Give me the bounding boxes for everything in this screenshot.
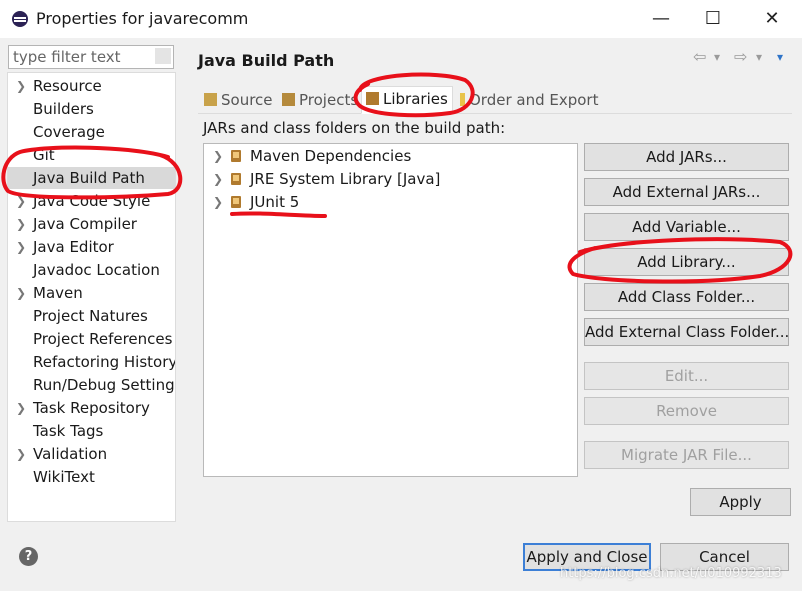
add-library-button[interactable]: Add Library... [584,248,789,276]
close-button[interactable]: ✕ [744,0,800,38]
title-bar: Properties for javarecomm — ☐ ✕ [0,0,802,38]
tree-item-label: Java Code Style [33,192,151,210]
add-variable-button[interactable]: Add Variable... [584,213,789,241]
tree-item-label: Java Editor [33,238,114,256]
library-label: JRE System Library [Java] [250,170,441,188]
tree-item-git[interactable]: Git [8,144,175,166]
watermark: https://blog.csdn.net/u010992313 [560,566,782,581]
chevron-right-icon[interactable]: ❯ [213,145,223,167]
view-menu-icon[interactable]: ▾ [777,50,783,64]
property-tree[interactable]: ❯ Resource Builders Coverage Git Java Bui… [7,72,176,522]
tree-item-label: Coverage [33,123,105,141]
filter-placeholder: type filter text [13,48,121,66]
tree-item-label: Project References [33,330,173,348]
tree-item-refactoring-history[interactable]: Refactoring History [8,351,175,373]
tree-item-task-tags[interactable]: Task Tags [8,420,175,442]
tree-item-project-references[interactable]: Project References [8,328,175,350]
library-icon [231,196,241,208]
chevron-right-icon[interactable]: ❯ [16,190,26,212]
minimize-button[interactable]: — [633,0,689,38]
tab-label: Order and Export [469,91,599,109]
tree-item-label: Javadoc Location [33,261,160,279]
project-folder-icon [282,93,295,106]
tree-item-task-repository[interactable]: ❯ Task Repository [8,397,175,419]
tree-item-run-debug-settings[interactable]: Run/Debug Setting [8,374,175,396]
tab-label: Libraries [383,90,448,108]
order-export-icon [460,93,465,106]
tree-item-java-compiler[interactable]: ❯ Java Compiler [8,213,175,235]
source-folder-icon [204,93,217,106]
tab-source[interactable]: Source [200,88,277,112]
tree-item-java-build-path[interactable]: Java Build Path [8,167,175,189]
add-external-jars-button[interactable]: Add External JARs... [584,178,789,206]
page-title: Java Build Path [198,51,335,70]
tree-item-validation[interactable]: ❯ Validation [8,443,175,465]
tree-item-java-editor[interactable]: ❯ Java Editor [8,236,175,258]
tree-item-label: Java Build Path [33,169,145,187]
tree-item-label: Maven [33,284,83,302]
clear-filter-icon[interactable] [155,48,171,64]
add-external-class-folder-button[interactable]: Add External Class Folder... [584,318,789,346]
chevron-right-icon[interactable]: ❯ [16,236,26,258]
back-menu-chevron-icon[interactable]: ▾ [714,50,720,64]
tree-item-label: Validation [33,445,108,463]
apply-button[interactable]: Apply [690,488,791,516]
tree-item-builders[interactable]: Builders [8,98,175,120]
edit-button[interactable]: Edit... [584,362,789,390]
tree-item-label: Git [33,146,55,164]
build-path-description: JARs and class folders on the build path… [203,119,506,137]
filter-input[interactable]: type filter text [8,45,174,69]
library-icon [231,150,241,162]
tree-item-label: WikiText [33,468,95,486]
eclipse-icon [12,11,28,27]
tab-label: Source [221,91,273,109]
chevron-right-icon[interactable]: ❯ [16,443,26,465]
library-label: Maven Dependencies [250,147,412,165]
chevron-right-icon[interactable]: ❯ [213,191,223,213]
forward-menu-chevron-icon[interactable]: ▾ [756,50,762,64]
window-title: Properties for javarecomm [36,9,249,28]
tree-item-project-natures[interactable]: Project Natures [8,305,175,327]
maximize-button[interactable]: ☐ [685,0,741,38]
tree-item-maven[interactable]: ❯ Maven [8,282,175,304]
tree-item-java-code-style[interactable]: ❯ Java Code Style [8,190,175,212]
migrate-jar-button[interactable]: Migrate JAR File... [584,441,789,469]
tree-item-coverage[interactable]: Coverage [8,121,175,143]
tree-item-label: Resource [33,77,102,95]
tree-item-wikitext[interactable]: WikiText [8,466,175,488]
tree-item-label: Task Repository [33,399,150,417]
tree-item-label: Builders [33,100,94,118]
add-jars-button[interactable]: Add JARs... [584,143,789,171]
tree-item-label: Project Natures [33,307,148,325]
library-list[interactable]: ❯ Maven Dependencies ❯ JRE System Library … [203,143,578,477]
library-icon [231,173,241,185]
tab-projects[interactable]: Projects [278,88,356,112]
tree-item-label: Refactoring History [33,353,176,371]
back-arrow-icon[interactable]: ⇦ [693,47,706,66]
tab-bar: Source Projects Libraries Order and Expo… [198,86,792,114]
tree-item-javadoc-location[interactable]: Javadoc Location [8,259,175,281]
tree-item-label: Task Tags [33,422,104,440]
forward-arrow-icon[interactable]: ⇨ [734,47,747,66]
chevron-right-icon[interactable]: ❯ [213,168,223,190]
tab-label: Projects [299,91,356,109]
tree-item-label: Java Compiler [33,215,137,233]
chevron-right-icon[interactable]: ❯ [16,213,26,235]
add-class-folder-button[interactable]: Add Class Folder... [584,283,789,311]
library-icon [366,92,379,105]
remove-button[interactable]: Remove [584,397,789,425]
list-item-jre-system-library[interactable]: ❯ JRE System Library [Java] [204,168,574,190]
list-item-junit-5[interactable]: ❯ JUnit 5 [204,191,574,213]
tree-item-resource[interactable]: ❯ Resource [8,75,175,97]
library-label: JUnit 5 [250,193,300,211]
tab-order-and-export[interactable]: Order and Export [456,88,603,112]
list-item-maven-dependencies[interactable]: ❯ Maven Dependencies [204,145,574,167]
help-icon[interactable]: ? [19,547,38,566]
tab-libraries[interactable]: Libraries [361,86,453,114]
chevron-right-icon[interactable]: ❯ [16,75,26,97]
chevron-right-icon[interactable]: ❯ [16,397,26,419]
tree-item-label: Run/Debug Setting [33,376,175,394]
chevron-right-icon[interactable]: ❯ [16,282,26,304]
